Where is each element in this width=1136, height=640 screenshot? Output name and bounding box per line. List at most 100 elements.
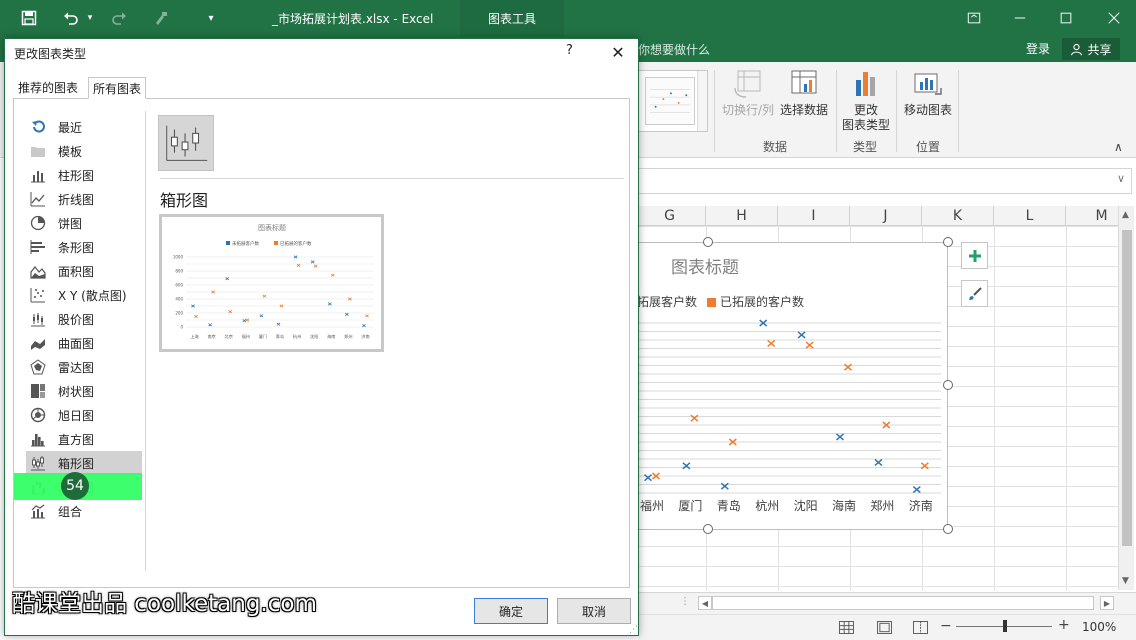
tell-me-search[interactable]: 你想要做什么 <box>638 41 710 58</box>
chart-tools-contextual-tab[interactable]: 图表工具 <box>460 0 564 36</box>
normal-view-icon[interactable] <box>836 618 856 636</box>
column-header[interactable]: K <box>922 206 994 226</box>
share-button[interactable]: 共享 <box>1062 38 1120 60</box>
chart-resize-handle[interactable] <box>703 237 713 247</box>
chart-type-item[interactable]: 曲面图 <box>26 331 142 355</box>
scroll-left-icon[interactable]: ◀ <box>698 596 712 610</box>
preview-series-1-point <box>208 323 212 327</box>
series-2-point[interactable] <box>805 341 814 349</box>
column-chart-icon <box>31 171 45 183</box>
gallery-scrollbar[interactable] <box>697 71 707 131</box>
title-bar: ▾ ▾ _市场拓展计划表.xlsx - Excel 图表工具 <box>0 0 1136 36</box>
chart-styles-button[interactable] <box>961 280 988 307</box>
chart-type-item[interactable]: 直方图 <box>26 427 142 451</box>
chart-type-item[interactable]: X Y (散点图) <box>26 283 142 307</box>
boxplot-chart-icon <box>31 456 45 471</box>
subtype-separator <box>160 178 624 179</box>
formula-bar[interactable]: ∨ <box>638 168 1132 194</box>
series-2-point[interactable] <box>767 339 776 347</box>
chart-legend[interactable]: 未拓展客户数 已拓展的客户数 <box>625 293 804 310</box>
chart-type-item[interactable]: 模板 <box>26 139 142 163</box>
column-header[interactable]: G <box>638 206 706 226</box>
chart-type-item[interactable]: 雷达图 <box>26 355 142 379</box>
series-1-point[interactable] <box>797 331 806 339</box>
page-layout-view-icon[interactable] <box>874 618 894 636</box>
chart-type-item[interactable]: 条形图 <box>26 235 142 259</box>
change-chart-type-button[interactable]: 更改 图表类型 <box>842 68 890 133</box>
chart-type-item[interactable]: 最近 <box>26 115 142 139</box>
sign-in-link[interactable]: 登录 <box>1026 40 1050 57</box>
zoom-level[interactable]: 100% <box>1082 620 1116 634</box>
ok-button[interactable]: 确定 <box>474 598 548 624</box>
move-chart-button[interactable]: 移动图表 <box>904 68 952 118</box>
zoom-in-button[interactable]: + <box>1058 617 1070 633</box>
embedded-chart[interactable]: 图表标题 未拓展客户数 已拓展的客户数 福州 厦门 青岛 杭州 沈阳 海南 郑州 济南 <box>625 242 949 531</box>
legend-swatch <box>707 298 717 307</box>
column-header[interactable]: M <box>1066 206 1118 226</box>
scroll-up-icon[interactable]: ▲ <box>1122 210 1129 220</box>
resize-grip-icon[interactable]: ⋰ <box>629 625 638 635</box>
chart-elements-button[interactable] <box>961 242 988 269</box>
maximize-icon[interactable] <box>1048 0 1084 36</box>
format-painter-icon[interactable] <box>150 0 172 36</box>
chart-preview[interactable]: 图表标题 未拓展客户数 已拓展的客户数 1000 800 600 400 200 0 上海 南京 北京… <box>159 214 384 352</box>
chart-resize-handle[interactable] <box>943 380 953 390</box>
chart-title[interactable]: 图表标题 <box>671 253 739 278</box>
column-header[interactable]: L <box>994 206 1066 226</box>
page-break-view-icon[interactable] <box>910 618 930 636</box>
series-1-point[interactable] <box>912 486 921 494</box>
expand-formula-bar-icon[interactable]: ∨ <box>1117 172 1125 185</box>
vertical-scrollbar[interactable]: ▲ ▼ <box>1118 206 1134 590</box>
tab-recommended-charts[interactable]: 推荐的图表 <box>14 77 82 99</box>
chart-type-item[interactable]: 饼图 <box>26 211 142 235</box>
chart-resize-handle[interactable] <box>703 524 713 534</box>
help-button[interactable]: ? <box>566 43 573 58</box>
chart-type-item[interactable]: 柱形图 <box>26 163 142 187</box>
chart-resize-handle[interactable] <box>943 237 953 247</box>
preview-ytick-label: 200 <box>175 311 183 316</box>
zoom-slider-thumb[interactable] <box>1003 620 1007 632</box>
customize-toolbar-icon[interactable]: ▾ <box>204 0 218 36</box>
minimize-icon[interactable] <box>1002 0 1038 36</box>
preview-category-label: 郑州 <box>344 333 352 340</box>
chart-resize-handle[interactable] <box>943 524 953 534</box>
column-header[interactable]: H <box>706 206 778 226</box>
chart-type-item[interactable]: 组合 <box>26 499 142 523</box>
tab-all-charts[interactable]: 所有图表 <box>88 77 147 99</box>
dialog-close-button[interactable]: ✕ <box>607 41 629 63</box>
boxplot-subtype-thumbnail[interactable] <box>158 115 214 171</box>
chart-styles-gallery[interactable] <box>638 70 708 132</box>
window-close-icon[interactable] <box>1096 0 1132 36</box>
switch-row-column-button[interactable]: 切换行/列 <box>722 68 774 118</box>
vertical-scroll-thumb[interactable] <box>1122 230 1132 546</box>
chart-plot-area[interactable]: 福州 厦门 青岛 杭州 沈阳 海南 郑州 济南 <box>631 313 949 531</box>
cancel-button[interactable]: 取消 <box>557 598 631 624</box>
watermark: 酷课堂出品 coolketang.com <box>12 591 317 617</box>
undo-dropdown-icon[interactable]: ▾ <box>84 0 96 36</box>
scroll-right-icon[interactable]: ▶ <box>1100 596 1114 610</box>
chart-type-item[interactable]: 股价图 <box>26 307 142 331</box>
column-header[interactable]: I <box>778 206 850 226</box>
chart-type-label: 直方图 <box>58 432 95 447</box>
preview-category-label: 福州 <box>242 333 250 340</box>
chart-type-item[interactable]: 旭日图 <box>26 403 142 427</box>
chart-style-thumbnail[interactable] <box>645 77 695 125</box>
collapse-ribbon-icon[interactable]: ∧ <box>1114 140 1123 154</box>
chart-type-item[interactable]: 树状图 <box>26 379 142 403</box>
select-data-button[interactable]: 选择数据 <box>780 68 828 118</box>
series-1-point[interactable] <box>874 458 883 466</box>
column-header[interactable]: J <box>850 206 922 226</box>
panel-divider <box>145 111 146 571</box>
save-icon[interactable] <box>18 0 40 36</box>
chart-type-item[interactable]: 面积图 <box>26 259 142 283</box>
ribbon-display-options-icon[interactable] <box>956 0 992 36</box>
chart-type-item[interactable]: 折线图 <box>26 187 142 211</box>
horizontal-scrollbar[interactable] <box>712 596 1094 610</box>
series-1-point[interactable] <box>836 433 844 441</box>
chart-type-label: 箱形图 <box>58 456 95 471</box>
chart-type-item[interactable]: 箱形图 <box>26 451 142 475</box>
scroll-down-icon[interactable]: ▼ <box>1122 576 1129 586</box>
redo-icon[interactable] <box>108 0 130 36</box>
zoom-out-button[interactable]: − <box>940 618 952 634</box>
undo-icon[interactable] <box>60 0 82 36</box>
